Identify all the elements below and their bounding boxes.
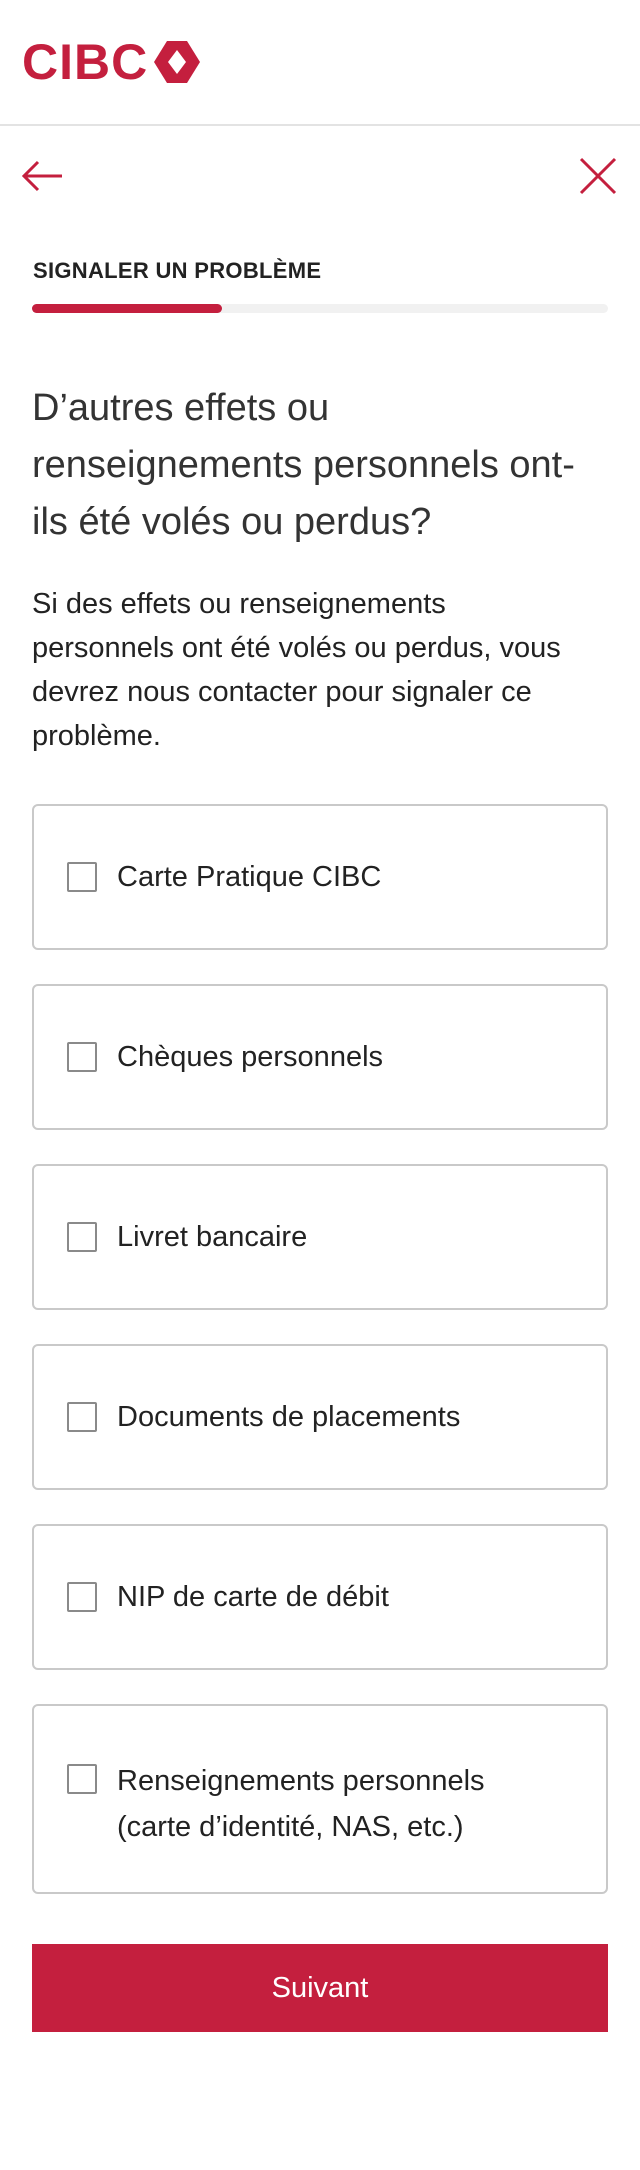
checkbox[interactable]	[67, 1764, 97, 1794]
option-label: Livret bancaire	[117, 1221, 308, 1253]
option-label: Renseignements personnels (carte d’ident…	[117, 1765, 485, 1843]
checkbox[interactable]	[67, 1582, 97, 1612]
checkbox[interactable]	[67, 1402, 97, 1432]
arrow-left-icon	[21, 160, 62, 192]
option-label: Carte Pratique CIBC	[117, 861, 382, 893]
option-livret-bancaire[interactable]: Livret bancaire	[32, 1164, 608, 1310]
checkbox[interactable]	[67, 862, 97, 892]
nav-row	[0, 150, 640, 210]
checkbox[interactable]	[67, 1042, 97, 1072]
option-cheques-personnels[interactable]: Chèques personnels	[32, 984, 608, 1130]
step-label: SIGNALER UN PROBLÈME	[33, 258, 322, 283]
checkbox[interactable]	[67, 1222, 97, 1252]
progress-bar	[32, 304, 608, 313]
progress-fill	[32, 304, 223, 313]
option-label: Documents de placements	[117, 1401, 461, 1433]
options-list: Carte Pratique CIBC Chèques personnels L…	[32, 804, 608, 1928]
next-button[interactable]: Suivant	[32, 1944, 608, 2032]
option-label: NIP de carte de débit	[117, 1581, 389, 1613]
logo-text: CIBC	[22, 34, 149, 90]
close-icon	[579, 157, 617, 195]
cibc-diamond-logo-icon	[154, 41, 201, 83]
question-description: Si des effets ou renseignements personne…	[32, 588, 561, 752]
cibc-logo[interactable]: CIBC	[22, 34, 202, 90]
close-button[interactable]	[576, 154, 620, 198]
option-renseignements-personnels[interactable]: Renseignements personnels (carte d’ident…	[32, 1704, 608, 1894]
header: CIBC	[0, 0, 640, 126]
option-carte-pratique[interactable]: Carte Pratique CIBC	[32, 804, 608, 950]
option-label: Chèques personnels	[117, 1041, 384, 1073]
back-button[interactable]	[20, 154, 68, 198]
option-nip-carte-debit[interactable]: NIP de carte de débit	[32, 1524, 608, 1670]
option-documents-placements[interactable]: Documents de placements	[32, 1344, 608, 1490]
question-heading: D’autres effets ou renseignements person…	[32, 387, 575, 543]
